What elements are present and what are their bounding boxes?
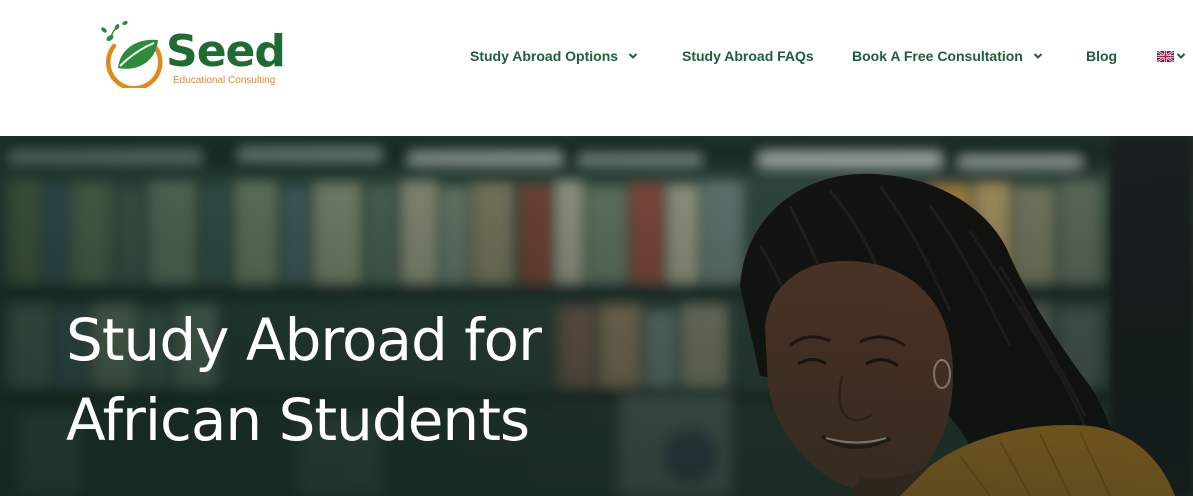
nav-item-label: Book A Free Consultation: [852, 48, 1023, 64]
hero-title-line-2: African Students: [66, 386, 530, 454]
hero-title: Study Abroad for African Students: [66, 300, 686, 460]
hero-title-line-1: Study Abroad for: [66, 306, 542, 374]
nav-item-label: Blog: [1086, 48, 1118, 64]
chevron-down-icon: [628, 53, 638, 59]
site-header: Seed Educational Consulting Study Abroad…: [0, 0, 1193, 136]
nav-study-abroad-faqs[interactable]: Study Abroad FAQs: [682, 46, 814, 66]
chevron-down-icon: [1176, 53, 1186, 59]
language-switcher[interactable]: [1157, 46, 1186, 66]
uk-flag-icon: [1157, 50, 1174, 62]
nav-item-label: Study Abroad FAQs: [682, 48, 814, 64]
hero-banner: Study Abroad for African Students: [0, 136, 1193, 496]
nav-blog[interactable]: Blog: [1086, 46, 1117, 66]
nav-book-free-consultation[interactable]: Book A Free Consultation: [852, 46, 1043, 66]
chevron-down-icon: [1033, 53, 1043, 59]
nav-study-abroad-options[interactable]: Study Abroad Options: [470, 46, 638, 66]
nav-item-label: Study Abroad Options: [470, 48, 619, 64]
main-navigation: Study Abroad Options Study Abroad FAQs B…: [0, 0, 1193, 112]
